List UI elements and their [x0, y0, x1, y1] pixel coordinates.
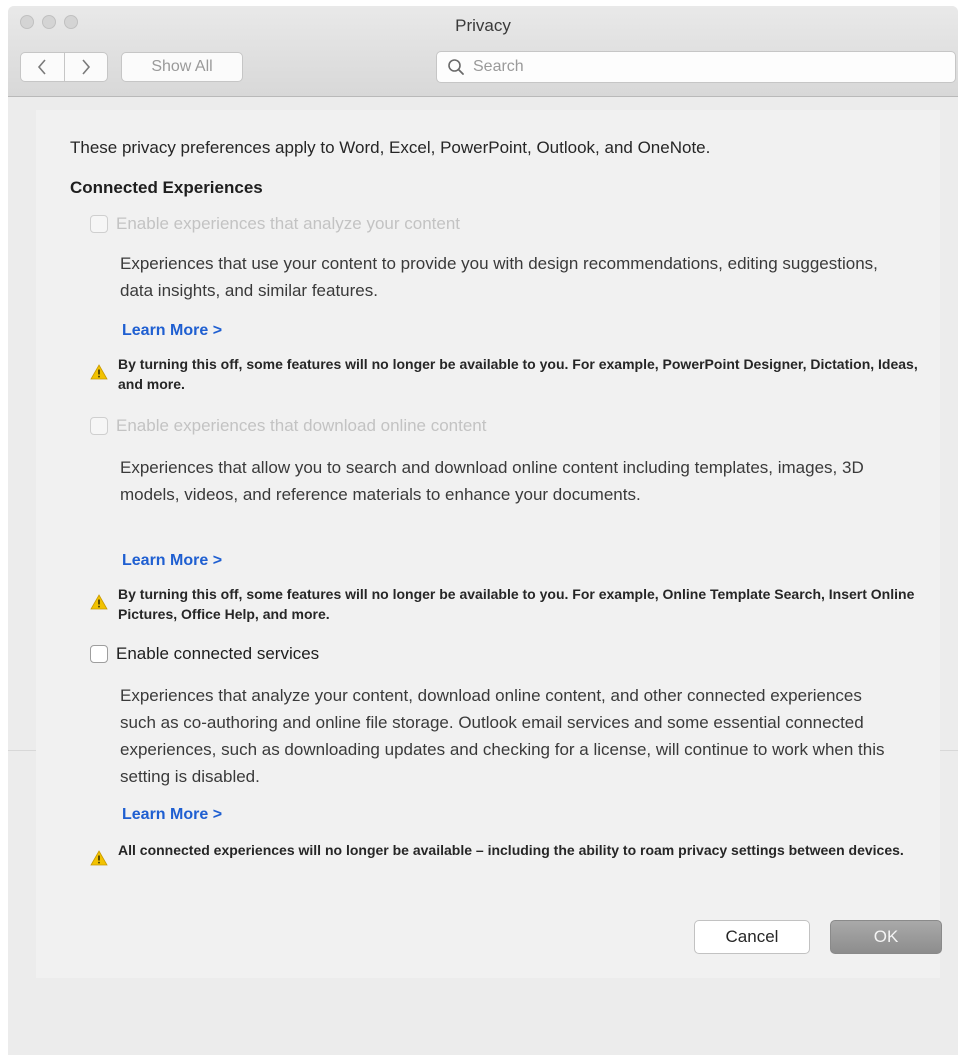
window-title: Privacy — [455, 16, 511, 35]
chevron-right-icon — [82, 59, 90, 75]
connected-services-warning: All connected experiences will no longer… — [90, 840, 918, 866]
download-content-description: Experiences that allow you to search and… — [120, 458, 864, 504]
show-all-button[interactable]: Show All — [121, 52, 243, 82]
download-content-checkbox[interactable] — [90, 417, 108, 435]
connected-services-warning-text: All connected experiences will no longer… — [118, 842, 904, 858]
search-field[interactable] — [436, 51, 956, 83]
cancel-button[interactable]: Cancel — [694, 920, 810, 954]
download-content-label: Enable experiences that download online … — [116, 416, 487, 435]
connected-services-option: Enable connected services — [90, 644, 319, 664]
connected-services-learn-more-link[interactable]: Learn More > — [122, 806, 222, 824]
forward-button[interactable] — [63, 53, 108, 81]
divider-right — [940, 750, 958, 751]
warning-icon — [90, 594, 108, 610]
title-bar: Privacy Show All — [8, 6, 958, 97]
analyze-content-learn-more-link[interactable]: Learn More > — [122, 322, 222, 340]
download-content-option: Enable experiences that download online … — [90, 416, 487, 436]
warning-icon — [90, 850, 108, 866]
chevron-left-icon — [38, 59, 46, 75]
connected-services-checkbox[interactable] — [90, 645, 108, 663]
nav-button-group — [20, 52, 108, 82]
analyze-content-warning: By turning this off, some features will … — [90, 354, 918, 394]
analyze-content-warning-text: By turning this off, some features will … — [118, 356, 918, 392]
section-title: Connected Experiences — [70, 178, 263, 197]
divider-left — [8, 750, 36, 751]
analyze-content-description: Experiences that use your content to pro… — [120, 254, 878, 300]
download-content-warning-text: By turning this off, some features will … — [118, 586, 915, 622]
analyze-content-option: Enable experiences that analyze your con… — [90, 214, 460, 234]
privacy-window: Privacy Show All These — [8, 6, 958, 1055]
connected-services-description: Experiences that analyze your content, d… — [120, 686, 885, 786]
download-content-learn-more-link[interactable]: Learn More > — [122, 552, 222, 570]
download-content-warning: By turning this off, some features will … — [90, 584, 918, 624]
analyze-content-checkbox[interactable] — [90, 215, 108, 233]
intro-text: These privacy preferences apply to Word,… — [70, 138, 711, 157]
search-input[interactable] — [471, 57, 935, 77]
ok-button[interactable]: OK — [830, 920, 942, 954]
warning-icon — [90, 364, 108, 380]
privacy-panel: These privacy preferences apply to Word,… — [36, 110, 942, 978]
connected-services-label[interactable]: Enable connected services — [116, 644, 319, 664]
analyze-content-label: Enable experiences that analyze your con… — [116, 214, 461, 233]
search-icon — [448, 59, 464, 75]
back-button[interactable] — [21, 53, 64, 81]
